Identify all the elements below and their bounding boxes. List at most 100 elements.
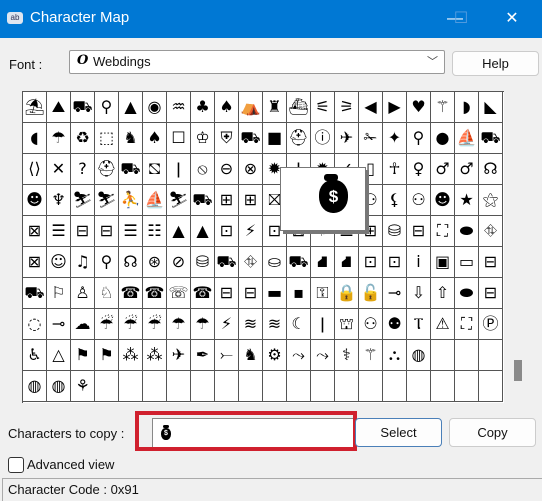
character-cell[interactable] <box>239 371 263 402</box>
character-cell[interactable]: ♀ <box>407 154 431 185</box>
character-cell[interactable]: ▶ <box>383 92 407 123</box>
character-cell[interactable]: ♻ <box>71 123 95 154</box>
character-cell[interactable]: ⛷ <box>95 185 119 216</box>
character-cell[interactable]: ✦ <box>383 123 407 154</box>
character-cell[interactable] <box>407 371 431 402</box>
character-cell[interactable]: ⇩ <box>407 278 431 309</box>
character-cell[interactable]: ⊸ <box>383 278 407 309</box>
character-cell[interactable]: ǀ <box>311 309 335 340</box>
character-cell[interactable]: ⛑ <box>287 123 311 154</box>
character-cell[interactable]: ▲ <box>167 216 191 247</box>
character-cell[interactable]: ⛺ <box>239 92 263 123</box>
character-cell[interactable]: ● <box>431 123 455 154</box>
character-cell[interactable]: ☻ <box>23 185 47 216</box>
character-cell[interactable]: ☾ <box>287 309 311 340</box>
character-cell[interactable]: ⬬ <box>455 216 479 247</box>
character-cell[interactable]: ⚿ <box>311 278 335 309</box>
character-cell[interactable]: ☐ <box>167 123 191 154</box>
character-cell[interactable]: ⛱ <box>23 92 47 123</box>
character-cell[interactable]: ⤚ <box>215 340 239 371</box>
close-button[interactable]: ✕ <box>497 6 527 32</box>
character-cell[interactable]: ⚇ <box>359 309 383 340</box>
character-cell[interactable]: ⛑ <box>95 154 119 185</box>
character-cell[interactable] <box>119 371 143 402</box>
character-cell[interactable]: ⛟ <box>479 123 503 154</box>
character-cell[interactable]: ⊟ <box>215 278 239 309</box>
character-cell[interactable]: ♫ <box>71 247 95 278</box>
character-cell[interactable]: ⛨ <box>215 123 239 154</box>
character-cell[interactable]: ⊠ <box>23 216 47 247</box>
character-cell[interactable]: ◖ <box>23 123 47 154</box>
character-cell[interactable]: ☂ <box>191 309 215 340</box>
character-cell[interactable]: ◌ <box>23 309 47 340</box>
character-cell[interactable]: ☰ <box>119 216 143 247</box>
character-cell[interactable]: ⚙ <box>263 340 287 371</box>
character-cell[interactable]: ☻ <box>431 185 455 216</box>
character-cell[interactable] <box>143 371 167 402</box>
character-cell[interactable]: ◗ <box>455 92 479 123</box>
character-cell[interactable]: ▲ <box>191 216 215 247</box>
character-cell[interactable]: ◀ <box>359 92 383 123</box>
character-cell[interactable]: ⊛ <box>143 247 167 278</box>
character-cell[interactable]: ⛘ <box>311 247 335 278</box>
character-cell[interactable]: ♿ <box>23 340 47 371</box>
character-cell[interactable] <box>95 371 119 402</box>
character-cell[interactable]: ⛀ <box>263 247 287 278</box>
character-cell[interactable]: ♞ <box>239 340 263 371</box>
character-cell[interactable]: ♣ <box>191 92 215 123</box>
character-cell[interactable]: ♂ <box>431 154 455 185</box>
character-cell[interactable]: ☊ <box>119 247 143 278</box>
advanced-view-checkbox[interactable] <box>8 457 24 473</box>
character-cell[interactable]: 🔒 <box>335 278 359 309</box>
character-cell[interactable]: ⚉ <box>383 309 407 340</box>
character-cell[interactable]: ⛶ <box>455 309 479 340</box>
character-cell[interactable]: ⁂ <box>119 340 143 371</box>
character-cell[interactable]: ⛗ <box>479 216 503 247</box>
character-cell[interactable]: ⬬ <box>455 278 479 309</box>
character-cell[interactable]: ☁ <box>71 309 95 340</box>
character-cell[interactable]: ⊟ <box>239 278 263 309</box>
character-cell[interactable] <box>359 371 383 402</box>
character-cell[interactable]: ⤳ <box>311 340 335 371</box>
character-cell[interactable]: ☎ <box>191 278 215 309</box>
character-cell[interactable]: ◍ <box>47 371 71 402</box>
character-cell[interactable]: ⊖ <box>215 154 239 185</box>
character-cell[interactable]: ⚞ <box>335 92 359 123</box>
character-cell[interactable]: ⚑ <box>71 340 95 371</box>
character-cell[interactable]: ♠ <box>143 123 167 154</box>
character-cell[interactable]: ⤳ <box>287 340 311 371</box>
character-cell[interactable]: ⚐ <box>47 278 71 309</box>
character-cell[interactable]: ♘ <box>95 278 119 309</box>
character-cell[interactable]: ⚚ <box>359 340 383 371</box>
character-cell[interactable]: ⇧ <box>431 278 455 309</box>
character-cell[interactable]: ⊟ <box>71 216 95 247</box>
character-cell[interactable]: ⚟ <box>311 92 335 123</box>
character-cell[interactable]: ◉ <box>143 92 167 123</box>
character-cell[interactable]: ☂ <box>47 123 71 154</box>
character-cell[interactable]: ⛶ <box>431 216 455 247</box>
character-cell[interactable]: ⦸ <box>191 154 215 185</box>
character-cell[interactable]: ♠ <box>215 92 239 123</box>
character-cell[interactable] <box>431 340 455 371</box>
font-dropdown[interactable]: O Webdings ﹀ <box>69 50 445 74</box>
character-cell[interactable]: ✕ <box>47 154 71 185</box>
character-cell[interactable]: ⊟ <box>479 247 503 278</box>
character-cell[interactable]: ⊞ <box>215 185 239 216</box>
grid-scrollbar[interactable] <box>507 91 529 402</box>
character-cell[interactable]: ⟨⟩ <box>23 154 47 185</box>
character-cell[interactable]: ⛞ <box>143 154 167 185</box>
character-cell[interactable]: 🔓 <box>359 278 383 309</box>
character-cell[interactable]: ☥ <box>383 154 407 185</box>
character-cell[interactable]: ♆ <box>47 185 71 216</box>
character-cell[interactable]: ☔ <box>95 309 119 340</box>
character-cell[interactable]: ⊡ <box>383 247 407 278</box>
character-cell[interactable]: ⛬ <box>383 340 407 371</box>
character-cell[interactable]: ⚲ <box>95 247 119 278</box>
character-cell[interactable]: ⛷ <box>71 185 95 216</box>
character-cell[interactable] <box>479 340 503 371</box>
character-cell[interactable]: ▲ <box>119 92 143 123</box>
character-cell[interactable]: ⊞ <box>239 185 263 216</box>
character-cell[interactable]: ☺ <box>47 247 71 278</box>
character-cell[interactable]: ⛰ <box>47 92 71 123</box>
character-cell[interactable]: ⚠ <box>431 309 455 340</box>
